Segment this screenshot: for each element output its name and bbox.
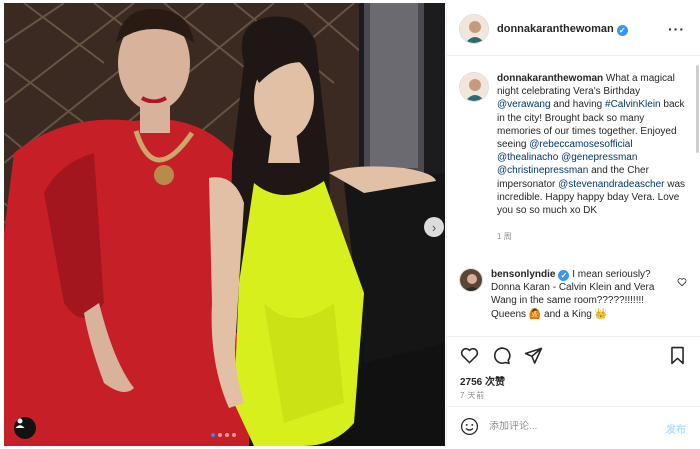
share-button[interactable] <box>523 345 543 365</box>
post-actions: 2756 次赞 7 天前 <box>447 336 700 406</box>
author-username-text[interactable]: donnakaranthewoman <box>497 23 614 35</box>
caption-username[interactable]: donnakaranthewoman <box>497 73 603 84</box>
carousel-dot <box>225 433 229 437</box>
post-photo[interactable]: › <box>4 3 445 446</box>
action-buttons <box>459 345 543 365</box>
caption-link[interactable]: @genepressman <box>561 152 637 163</box>
carousel-dot <box>232 433 236 437</box>
chevron-right-icon: › <box>431 219 437 235</box>
carousel-dot <box>218 433 222 437</box>
emoji-button[interactable] <box>459 417 479 437</box>
heart-outline-icon <box>677 278 687 287</box>
caption-text-segment: and having <box>550 99 606 111</box>
caption-link[interactable]: @verawang <box>497 99 551 110</box>
caption-time: 1 周 <box>497 232 512 242</box>
avatar-image <box>460 269 482 291</box>
user-tags-button[interactable] <box>14 417 36 439</box>
send-icon <box>524 347 542 364</box>
instagram-post: › donnakaranthewoman ✓ ··· donnakaranthe… <box>0 0 700 449</box>
comment-input[interactable] <box>489 421 639 432</box>
post-timestamp[interactable]: 7 天前 <box>460 390 485 401</box>
photo-illustration <box>4 3 445 446</box>
verified-badge-icon: ✓ <box>616 24 628 36</box>
carousel-dot <box>211 433 215 437</box>
post-side-panel: donnakaranthewoman ✓ ··· donnakaranthewom… <box>446 3 700 446</box>
carousel-indicator <box>211 433 236 437</box>
comment-button[interactable] <box>491 345 511 365</box>
commenter-avatar[interactable] <box>459 268 483 292</box>
avatar-image <box>460 73 488 101</box>
person-icon <box>15 418 25 428</box>
comments-section[interactable]: donnakaranthewoman What a magical night … <box>447 57 700 336</box>
bookmark-icon <box>670 346 684 364</box>
post-comment-button[interactable]: 发布 <box>666 421 686 436</box>
heart-icon <box>460 347 478 363</box>
commenter-username[interactable]: bensonlyndie <box>491 269 555 280</box>
next-photo-button[interactable]: › <box>424 217 444 237</box>
verified-badge-icon: ✓ <box>558 270 570 281</box>
post-caption: donnakaranthewoman What a magical night … <box>459 72 687 242</box>
author-avatar[interactable] <box>459 14 489 44</box>
caption-link[interactable]: @christinepressman <box>497 165 588 176</box>
avatar-image <box>460 15 488 43</box>
caption-text: donnakaranthewoman What a magical night … <box>497 72 687 217</box>
caption-link[interactable]: @thealinacho <box>497 152 558 163</box>
like-comment-button[interactable] <box>677 274 687 292</box>
smiley-icon <box>460 417 478 436</box>
post-header: donnakaranthewoman ✓ ··· <box>447 3 700 56</box>
likes-count[interactable]: 2756 次赞 <box>460 373 505 388</box>
save-button[interactable] <box>667 345 687 365</box>
add-comment-bar: 发布 <box>447 406 700 446</box>
more-options-button[interactable]: ··· <box>668 21 685 37</box>
comment-icon <box>493 346 511 364</box>
author-username[interactable]: donnakaranthewoman ✓ <box>497 23 628 36</box>
caption-link[interactable]: @stevenandradeascher <box>558 179 664 190</box>
comments-scrollbar[interactable] <box>696 65 699 153</box>
like-button[interactable] <box>459 345 479 365</box>
comment-text: bensonlyndie ✓ I mean seriously? Donna Ka… <box>491 268 671 321</box>
caption-author-avatar[interactable] <box>459 72 489 102</box>
comment-item: bensonlyndie ✓ I mean seriously? Donna Ka… <box>459 268 687 321</box>
caption-link[interactable]: @rebeccamosesofficial <box>529 139 632 150</box>
caption-link[interactable]: #CalvinKlein <box>605 99 661 110</box>
